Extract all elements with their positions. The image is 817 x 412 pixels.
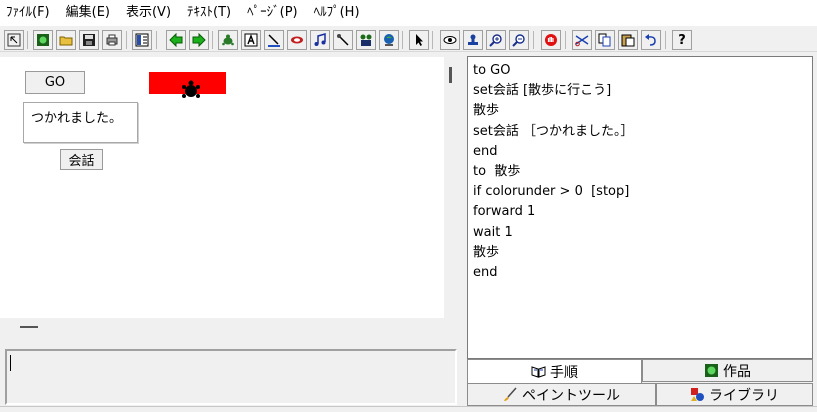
paint-icon bbox=[291, 36, 303, 44]
page-forward-button[interactable] bbox=[189, 30, 209, 50]
scroll-icon bbox=[337, 34, 349, 46]
zoom-in-icon bbox=[489, 34, 502, 47]
undo-button[interactable] bbox=[641, 30, 661, 50]
save-disk-icon bbox=[83, 34, 95, 46]
code-line: if colorunder > 0 [stop] bbox=[473, 184, 630, 200]
menu-file[interactable]: ﾌｧｲﾙ(F) bbox=[0, 0, 58, 26]
help-button[interactable]: ? bbox=[672, 30, 692, 50]
open-folder-button[interactable] bbox=[56, 30, 76, 50]
open-book-icon bbox=[531, 366, 546, 378]
menu-help[interactable]: ﾍﾙﾌﾟ(H) bbox=[306, 0, 368, 26]
save-button[interactable] bbox=[79, 30, 99, 50]
copy-icon bbox=[598, 33, 611, 47]
text-box-button[interactable] bbox=[241, 30, 261, 50]
procedures-editor[interactable]: to GO set会話 [散歩に行こう] 散歩 set会話 ［つかれました。］ … bbox=[467, 56, 813, 359]
cut-icon bbox=[575, 35, 589, 47]
horizontal-scrollbar[interactable] bbox=[0, 318, 464, 340]
menu-view[interactable]: 表示(V) bbox=[118, 0, 179, 26]
stamp-icon bbox=[468, 34, 478, 45]
stamp-button[interactable] bbox=[463, 30, 483, 50]
tab-procedures-label: 手順 bbox=[550, 364, 578, 381]
tab-paint-tools[interactable]: ペイントツール bbox=[467, 383, 656, 406]
shapes-library-icon bbox=[691, 388, 704, 401]
new-page-button[interactable] bbox=[33, 30, 53, 50]
pointer-mode-button[interactable] bbox=[4, 30, 24, 50]
eye-button[interactable] bbox=[440, 30, 460, 50]
cut-button[interactable] bbox=[572, 30, 592, 50]
stage-canvas[interactable]: GO つかれました。 会話 bbox=[0, 57, 444, 318]
menu-page[interactable]: ﾍﾟｰｼﾞ(P) bbox=[239, 0, 305, 26]
select-button[interactable] bbox=[409, 30, 429, 50]
text-box-icon bbox=[244, 33, 258, 47]
paint-button[interactable] bbox=[287, 30, 307, 50]
help-icon: ? bbox=[678, 32, 686, 48]
zoom-out-button[interactable] bbox=[509, 30, 529, 50]
page-layout-button[interactable] bbox=[132, 30, 152, 50]
globe-icon bbox=[384, 34, 394, 46]
command-center-input[interactable] bbox=[5, 349, 457, 405]
speech-box[interactable]: つかれました。 bbox=[23, 102, 138, 143]
select-arrow-icon bbox=[416, 34, 423, 46]
draw-line-icon bbox=[268, 34, 280, 47]
menu-text[interactable]: ﾃｷｽﾄ(T) bbox=[179, 0, 239, 26]
code-line: end bbox=[473, 143, 498, 159]
zoom-out-icon bbox=[512, 34, 525, 47]
eye-icon bbox=[443, 36, 457, 44]
zoom-in-button[interactable] bbox=[486, 30, 506, 50]
code-line: forward 1 bbox=[473, 204, 536, 220]
new-turtle-icon bbox=[222, 34, 234, 46]
copy-button[interactable] bbox=[595, 30, 615, 50]
page-back-button[interactable] bbox=[166, 30, 186, 50]
page-layout-icon bbox=[135, 33, 149, 47]
code-line: wait 1 bbox=[473, 224, 513, 240]
toolbar: ? bbox=[0, 28, 817, 52]
print-icon bbox=[106, 34, 118, 46]
scroll-button[interactable] bbox=[333, 30, 353, 50]
new-turtle-button[interactable] bbox=[218, 30, 238, 50]
scroll-thumb[interactable] bbox=[449, 67, 452, 83]
code-line: to 散歩 bbox=[473, 163, 521, 179]
go-button[interactable]: GO bbox=[25, 71, 85, 94]
music-button[interactable] bbox=[310, 30, 330, 50]
arrow-forward-icon bbox=[192, 33, 206, 47]
code-line: set会話 ［つかれました。］ bbox=[473, 123, 634, 139]
code-line: to GO bbox=[473, 63, 511, 78]
video-icon bbox=[360, 34, 372, 46]
tab-procedures[interactable]: 手順 bbox=[467, 359, 642, 383]
arrow-back-icon bbox=[169, 33, 183, 47]
code-line: end bbox=[473, 264, 498, 280]
draw-line-button[interactable] bbox=[264, 30, 284, 50]
code-line: 散歩 bbox=[473, 244, 500, 260]
paste-icon bbox=[621, 34, 635, 47]
pointer-mode-icon bbox=[7, 33, 21, 47]
code-line: 散歩 bbox=[473, 103, 500, 119]
stop-button[interactable] bbox=[541, 30, 561, 50]
turtle-icon[interactable] bbox=[180, 79, 202, 101]
music-note-icon bbox=[314, 33, 326, 46]
text-caret bbox=[10, 355, 11, 371]
project-icon bbox=[705, 364, 718, 377]
video-button[interactable] bbox=[356, 30, 376, 50]
menu-bar: ﾌｧｲﾙ(F) 編集(E) 表示(V) ﾃｷｽﾄ(T) ﾍﾟｰｼﾞ(P) ﾍﾙﾌ… bbox=[0, 0, 817, 26]
tab-library[interactable]: ライブラリ bbox=[656, 383, 813, 406]
new-page-icon bbox=[37, 34, 49, 46]
vertical-scrollbar[interactable] bbox=[444, 57, 464, 318]
globe-button[interactable] bbox=[379, 30, 399, 50]
paste-button[interactable] bbox=[618, 30, 638, 50]
menu-edit[interactable]: 編集(E) bbox=[58, 0, 118, 26]
undo-icon bbox=[645, 34, 656, 46]
paintbrush-icon bbox=[504, 387, 517, 401]
talk-button[interactable]: 会話 bbox=[60, 149, 103, 170]
status-strip bbox=[0, 406, 817, 412]
tab-works-label: 作品 bbox=[723, 363, 751, 380]
open-folder-icon bbox=[59, 36, 73, 46]
print-button[interactable] bbox=[102, 30, 122, 50]
code-line: set会話 [散歩に行こう] bbox=[473, 83, 612, 99]
tab-works[interactable]: 作品 bbox=[642, 359, 813, 382]
tab-library-label: ライブラリ bbox=[709, 387, 779, 404]
stop-hand-icon bbox=[545, 34, 557, 46]
hscroll-thumb[interactable] bbox=[20, 326, 38, 328]
tab-paint-tools-label: ペイントツール bbox=[522, 387, 620, 404]
